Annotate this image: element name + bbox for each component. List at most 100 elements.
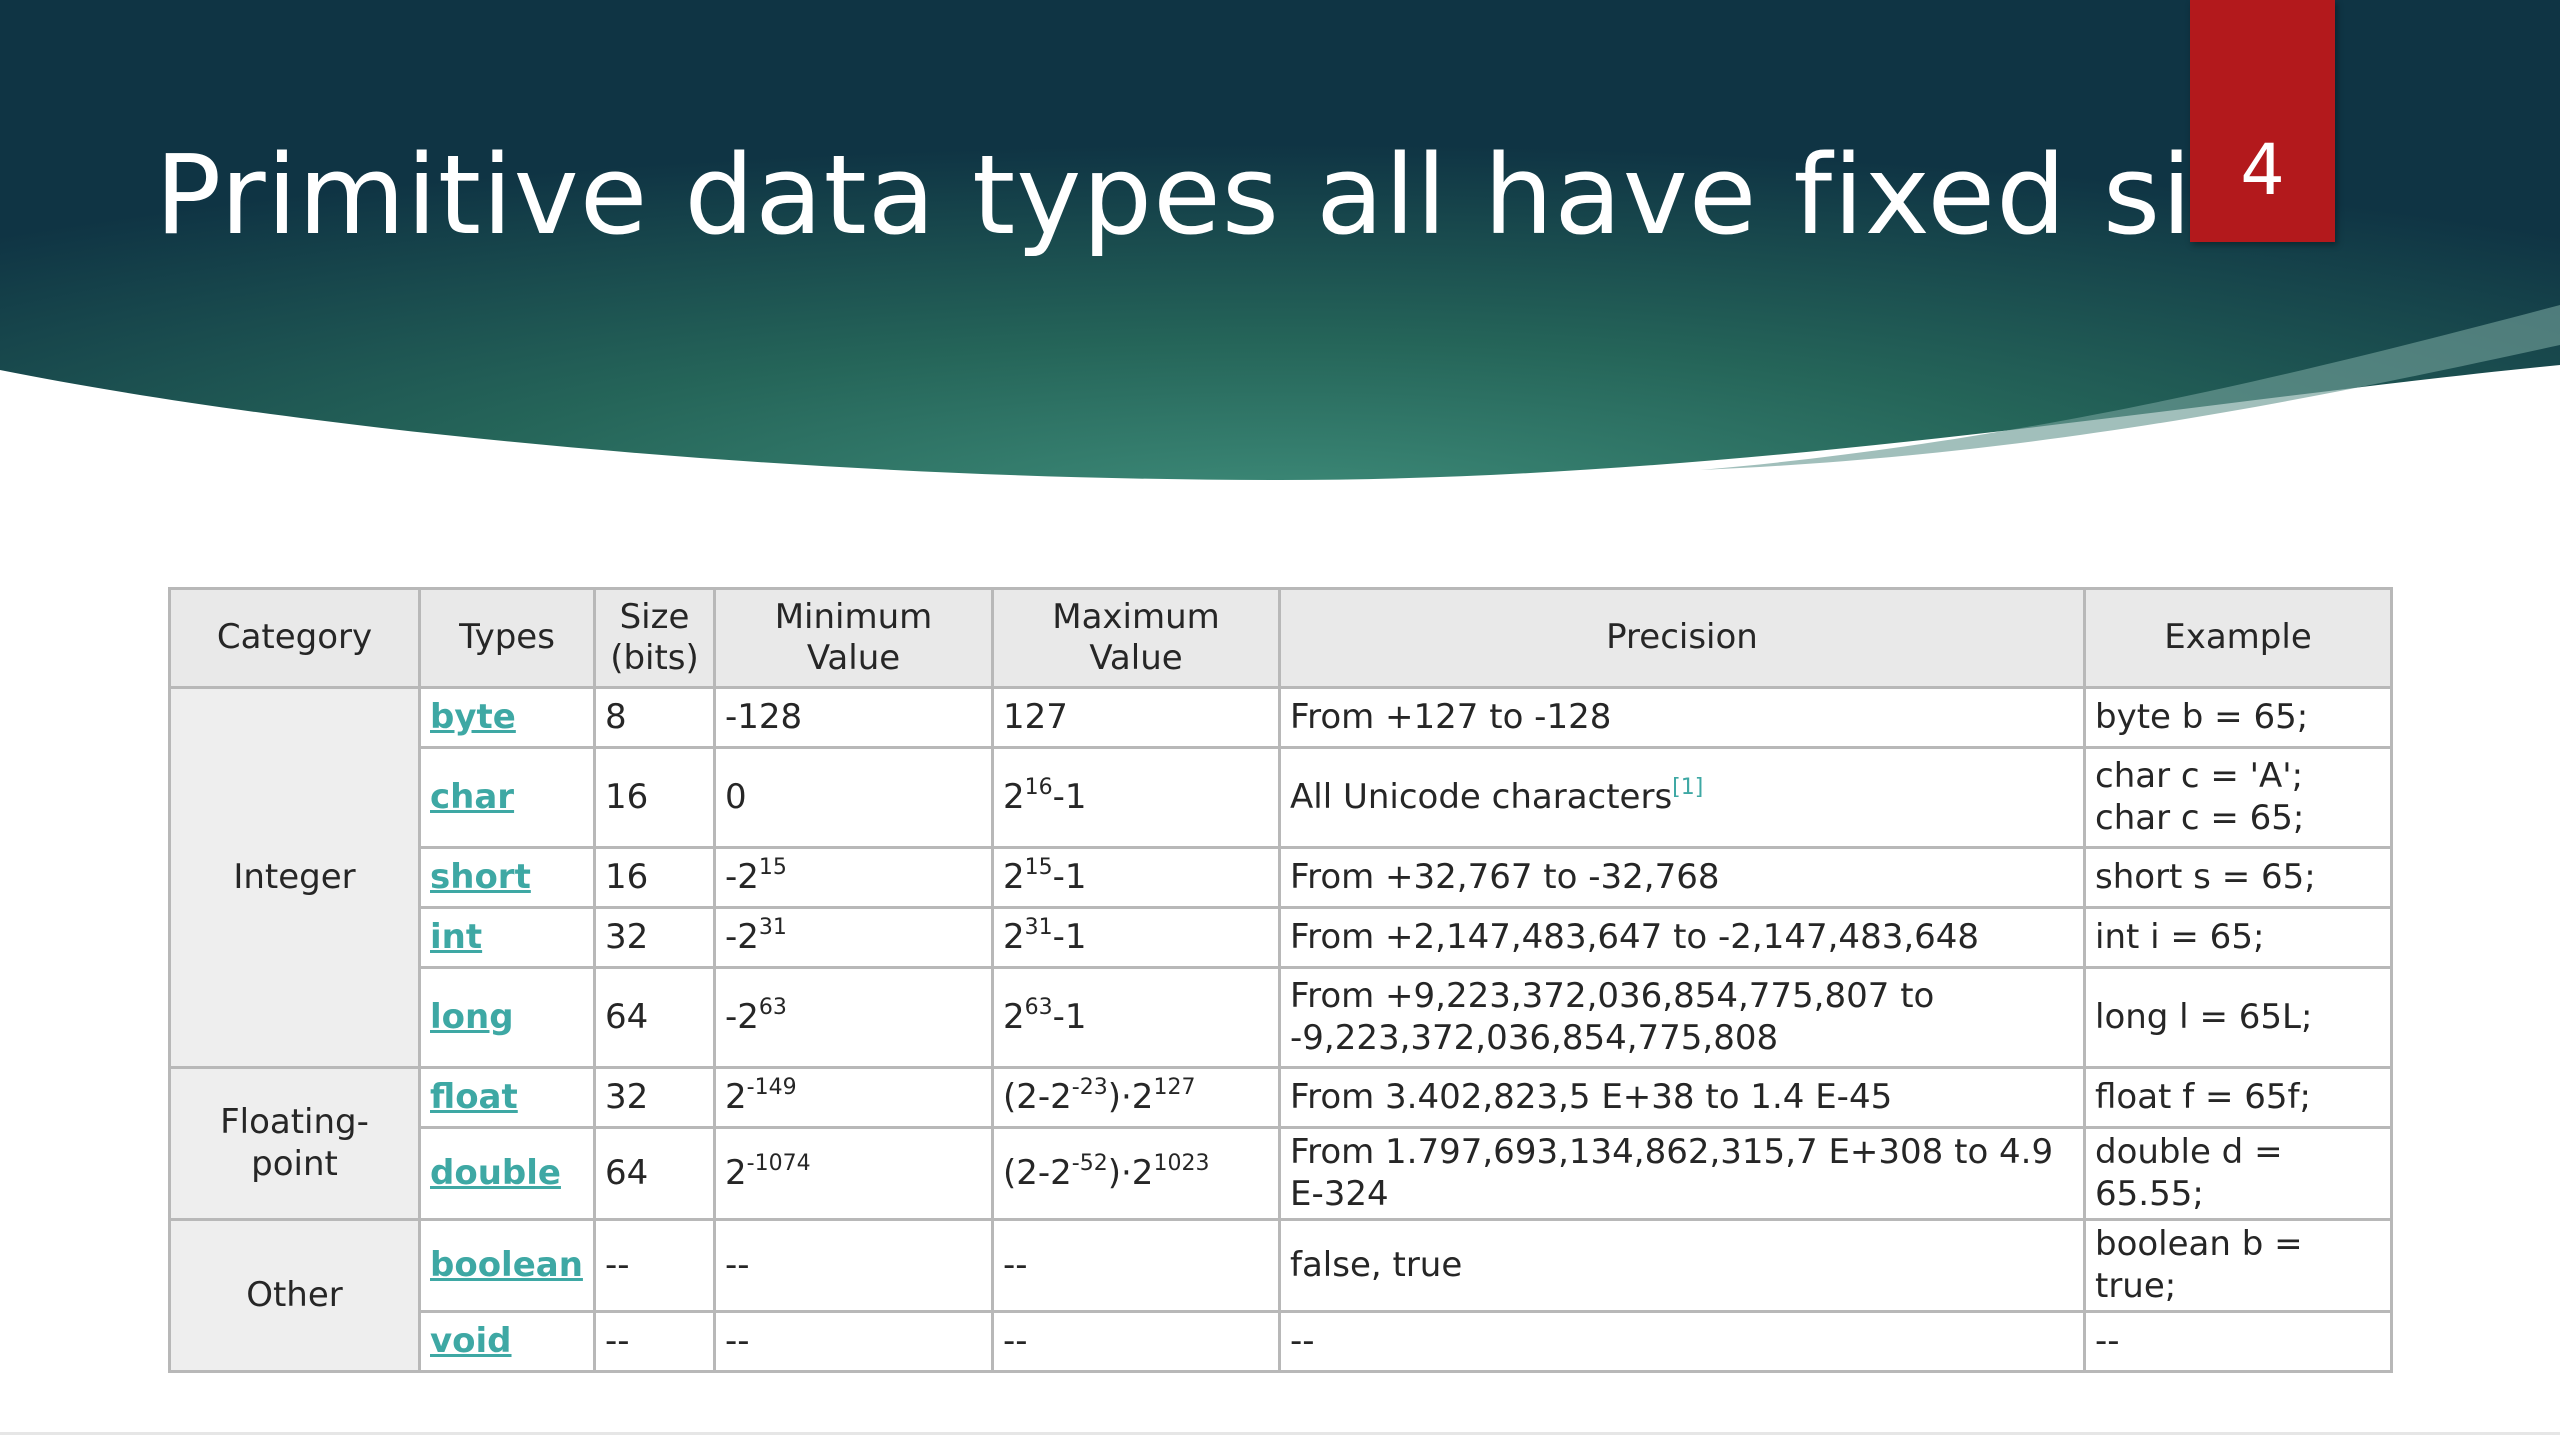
type-cell: double xyxy=(418,1126,596,1221)
value-base: -2 xyxy=(725,996,759,1037)
header-max: Maximum Value xyxy=(991,587,1281,689)
type-cell: float xyxy=(418,1066,596,1129)
value-tail: -1 xyxy=(1052,996,1087,1037)
type-link-float[interactable]: float xyxy=(430,1077,518,1117)
value-base: 2 xyxy=(725,1152,747,1193)
min-value-cell: -215 xyxy=(713,846,994,909)
value-exponent: 16 xyxy=(1024,774,1053,800)
example-cell: byte b = 65; xyxy=(2083,686,2393,749)
type-link-void[interactable]: void xyxy=(430,1321,512,1361)
table-container: Category Types Size (bits) Minimum Value… xyxy=(168,587,2393,1373)
example-cell: int i = 65; xyxy=(2083,906,2393,969)
type-link-int[interactable]: int xyxy=(430,917,482,957)
size-cell: 8 xyxy=(593,686,716,749)
max-value-cell: 127 xyxy=(991,686,1281,749)
min-value-cell: 2-1074 xyxy=(713,1126,994,1221)
value-base: 2 xyxy=(1003,776,1025,817)
min-value-cell: 0 xyxy=(713,746,994,849)
value-exponent: -52 xyxy=(1071,1150,1108,1176)
precision-text: false, true xyxy=(1290,1244,1463,1285)
header-example: Example xyxy=(2083,587,2393,689)
precision-cell: From +2,147,483,647 to -2,147,483,648 xyxy=(1278,906,2086,969)
example-line: char c = 'A'; xyxy=(2095,756,2304,797)
value-exponent: -23 xyxy=(1071,1074,1108,1100)
value-exponent: 1023 xyxy=(1153,1150,1210,1176)
type-cell: byte xyxy=(418,686,596,749)
example-line: byte b = 65; xyxy=(2095,696,2309,737)
size-cell: -- xyxy=(593,1310,716,1373)
page-number: 4 xyxy=(2240,129,2285,211)
example-cell: long l = 65L; xyxy=(2083,966,2393,1069)
precision-cell: All Unicode characters[1] xyxy=(1278,746,2086,849)
example-cell: char c = 'A'; char c = 65; xyxy=(2083,746,2393,849)
size-cell: 16 xyxy=(593,746,716,849)
primitive-types-table: Category Types Size (bits) Minimum Value… xyxy=(168,587,2393,1373)
type-cell: long xyxy=(418,966,596,1069)
type-cell: short xyxy=(418,846,596,909)
example-cell: short s = 65; xyxy=(2083,846,2393,909)
value-text: -- xyxy=(725,1320,750,1361)
header-category: Category xyxy=(168,587,421,689)
max-value-cell: 231-1 xyxy=(991,906,1281,969)
size-cell: 32 xyxy=(593,906,716,969)
precision-text: From +9,223,372,036,854,775,807 to -9,22… xyxy=(1290,976,1935,1058)
precision-cell: From +9,223,372,036,854,775,807 to -9,22… xyxy=(1278,966,2086,1069)
example-cell: double d = 65.55; xyxy=(2083,1126,2393,1221)
value-text: -128 xyxy=(725,696,803,737)
footnote-ref: [1] xyxy=(1672,774,1704,800)
type-link-boolean[interactable]: boolean xyxy=(430,1245,583,1285)
min-value-cell: -- xyxy=(713,1218,994,1313)
table-row: void -- -- -- -- -- xyxy=(170,1310,2393,1373)
value-tail: -1 xyxy=(1052,856,1087,897)
example-line: float f = 65f; xyxy=(2095,1076,2311,1117)
example-line: int i = 65; xyxy=(2095,916,2265,957)
value-part: )·2 xyxy=(1107,1152,1154,1193)
precision-text: From 1.797,693,134,862,315,7 E+308 to 4.… xyxy=(1290,1132,2054,1214)
min-value-cell: -231 xyxy=(713,906,994,969)
category-cell-integer: Integer xyxy=(168,686,421,1069)
example-line: double d = 65.55; xyxy=(2095,1132,2283,1214)
value-tail: -1 xyxy=(1052,916,1087,957)
value-text: -- xyxy=(1003,1320,1028,1361)
category-cell-other: Other xyxy=(168,1218,421,1373)
table-row: Integer byte 8 -128 127 From +127 to -128 byte… xyxy=(168,686,2393,1069)
max-value-cell: 216-1 xyxy=(991,746,1281,849)
max-value-cell: -- xyxy=(991,1218,1281,1313)
category-cell-floating: Floating-point xyxy=(168,1066,421,1221)
table-row: char 16 0 216-1 All Unicode characters[1] cha… xyxy=(170,746,2393,849)
type-link-char[interactable]: char xyxy=(430,777,514,817)
value-exponent: 15 xyxy=(1024,854,1053,880)
value-exponent: -1074 xyxy=(746,1150,811,1176)
min-value-cell: -263 xyxy=(713,966,994,1069)
example-line: char c = 65; xyxy=(2095,797,2305,838)
type-link-double[interactable]: double xyxy=(430,1153,561,1193)
value-exponent: 31 xyxy=(758,914,787,940)
type-cell: int xyxy=(418,906,596,969)
example-cell: boolean b = true; xyxy=(2083,1218,2393,1313)
value-base: -2 xyxy=(725,916,759,957)
precision-cell: false, true xyxy=(1278,1218,2086,1313)
example-cell: float f = 65f; xyxy=(2083,1066,2393,1129)
type-link-long[interactable]: long xyxy=(430,997,514,1037)
size-cell: 16 xyxy=(593,846,716,909)
max-value-cell: (2-2-23)·2127 xyxy=(991,1066,1281,1129)
size-cell: -- xyxy=(593,1218,716,1313)
header-types: Types xyxy=(418,587,596,689)
header-size: Size (bits) xyxy=(593,587,716,689)
value-exponent: 127 xyxy=(1153,1074,1196,1100)
type-link-short[interactable]: short xyxy=(430,857,531,897)
type-cell: char xyxy=(418,746,596,849)
value-text: 127 xyxy=(1003,696,1068,737)
value-base: 2 xyxy=(1003,996,1025,1037)
value-exponent: 15 xyxy=(758,854,787,880)
type-link-byte[interactable]: byte xyxy=(430,697,516,737)
size-cell: 64 xyxy=(593,1126,716,1221)
footer-divider xyxy=(0,1432,2560,1435)
precision-text: -- xyxy=(1290,1320,1315,1361)
value-base: 2 xyxy=(1003,916,1025,957)
example-line: -- xyxy=(2095,1320,2120,1361)
table-row: long 64 -263 263-1 From +9,223,372,036,854,7… xyxy=(170,966,2393,1069)
value-exponent: 63 xyxy=(1024,994,1053,1020)
value-base: 2 xyxy=(725,1076,747,1117)
value-part: (2-2 xyxy=(1003,1152,1072,1193)
